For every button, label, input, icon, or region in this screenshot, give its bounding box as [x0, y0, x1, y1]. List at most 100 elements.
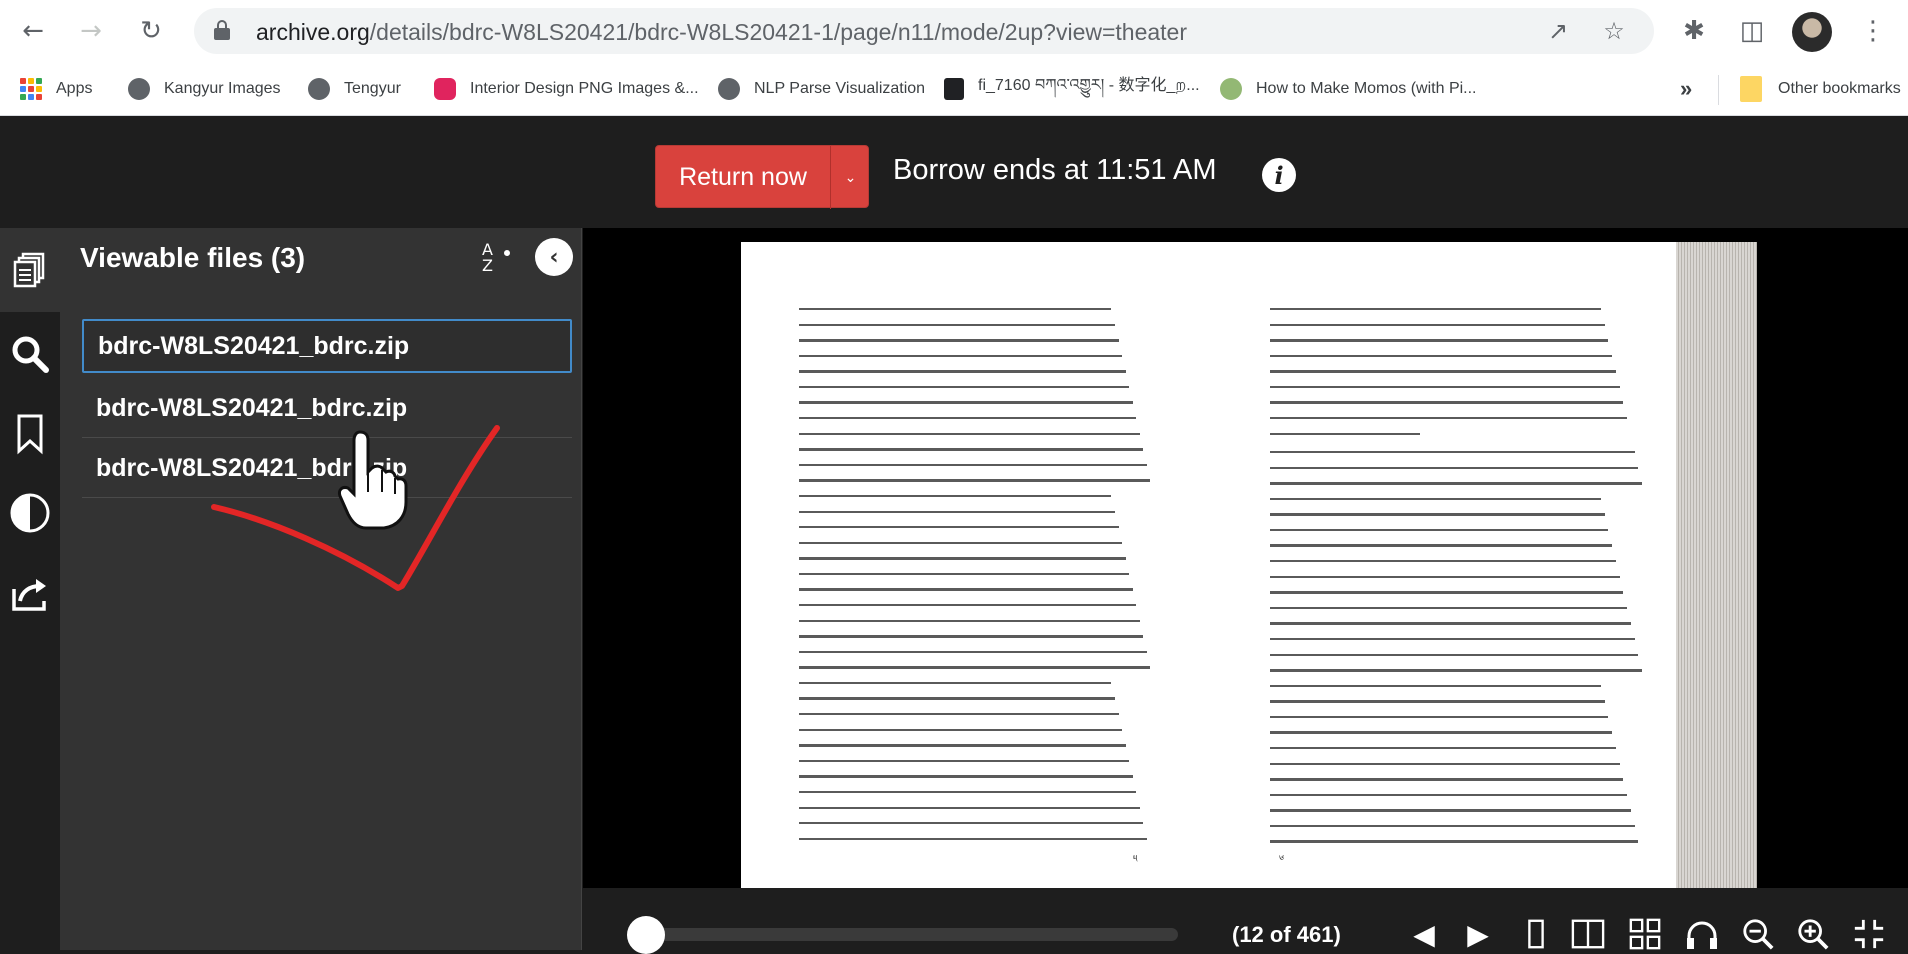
info-icon[interactable]: i: [1262, 158, 1296, 192]
sort-label: A Z: [482, 240, 493, 275]
bookmark-label: fi_7160 བཀའ་འགྱུར། - 数字化_ற...: [978, 76, 1200, 94]
viewable-files-tab[interactable]: [0, 228, 60, 312]
text-line: [1270, 591, 1624, 594]
viewable-files-panel: Viewable files (3) A Z ‹ bdrc-W8LS20421_…: [60, 228, 582, 950]
text-line: [799, 822, 1144, 825]
text-line: [1270, 653, 1639, 656]
text-line: [1270, 528, 1609, 532]
text-line: [1270, 637, 1635, 641]
previous-page-icon[interactable]: ◀: [1406, 916, 1442, 952]
share-tab[interactable]: [0, 563, 60, 623]
forward-arrow-icon[interactable]: →: [74, 14, 108, 48]
text-line: [799, 681, 1112, 685]
url-text: archive.org/details/bdrc-W8LS20421/bdrc-…: [256, 19, 1188, 45]
contrast-tab[interactable]: [0, 483, 60, 543]
text-line: [1270, 497, 1601, 501]
text-line: [1270, 432, 1421, 436]
side-panel-icon[interactable]: ◫: [1735, 14, 1769, 48]
reload-icon[interactable]: ↻: [134, 14, 168, 48]
file-item-1[interactable]: bdrc-W8LS20421_bdrc.zip: [82, 319, 572, 373]
bookmarks-overflow-chevron-icon[interactable]: »: [1680, 75, 1692, 103]
one-page-view-icon[interactable]: [1518, 916, 1554, 952]
book-page-left[interactable]: ༥: [741, 242, 1181, 890]
text-line: [799, 666, 1151, 669]
book-page-edges: [1676, 242, 1757, 890]
text-line: [1270, 824, 1635, 828]
bookmark-fi-7160[interactable]: fi_7160 བཀའ་འགྱུར། - 数字化_ற...: [944, 75, 1200, 103]
bookmark-label: Other bookmarks: [1778, 80, 1901, 97]
text-line: [1270, 747, 1616, 750]
text-line: [799, 759, 1130, 763]
side-menu-rail: [0, 228, 60, 950]
next-page-icon[interactable]: ▶: [1460, 916, 1496, 952]
text-line: [1270, 339, 1609, 342]
bookmarks-tab[interactable]: [0, 403, 60, 463]
sort-az-icon[interactable]: A Z: [480, 240, 520, 280]
text-line: [1270, 809, 1631, 812]
bookmarks-bar: Apps Kangyur Images Tengyur Interior Des…: [0, 62, 1908, 116]
text-line: [799, 557, 1126, 560]
bookmark-apps[interactable]: Apps: [20, 75, 92, 103]
text-line: [1270, 575, 1620, 579]
text-line: [1270, 544, 1613, 547]
bookmark-kangyur-images[interactable]: Kangyur Images: [128, 75, 281, 103]
text-line: [1270, 684, 1601, 688]
text-line: [799, 510, 1115, 513]
back-arrow-icon[interactable]: ←: [16, 14, 50, 48]
address-bar[interactable]: archive.org/details/bdrc-W8LS20421/bdrc-…: [194, 8, 1654, 54]
browser-toolbar: ← → ↻ archive.org/details/bdrc-W8LS20421…: [0, 0, 1908, 62]
chevron-down-icon[interactable]: ⌄: [831, 146, 870, 209]
share-icon[interactable]: ↗: [1544, 17, 1572, 45]
profile-avatar[interactable]: [1792, 12, 1832, 52]
zoom-out-icon[interactable]: [1740, 916, 1776, 952]
thumbnail-grid-icon[interactable]: [1627, 916, 1663, 952]
bookmark-label: Tengyur: [344, 80, 401, 97]
text-line: [1270, 793, 1628, 797]
text-line: [1270, 762, 1620, 765]
text-line: [799, 744, 1126, 747]
text-line: [799, 619, 1140, 622]
bookmark-momos[interactable]: How to Make Momos (with Pi...: [1220, 75, 1477, 103]
page-slider-track[interactable]: [633, 928, 1178, 941]
sort-dot: [504, 250, 510, 256]
bookmark-nlp-parse[interactable]: NLP Parse Visualization: [718, 75, 925, 103]
page-number-right: ༦: [1279, 854, 1285, 865]
return-now-button[interactable]: Return now: [656, 146, 830, 209]
read-aloud-headphones-icon[interactable]: [1684, 916, 1720, 952]
globe-icon: [718, 78, 740, 100]
book-page-right[interactable]: ༦: [1181, 242, 1676, 890]
collapse-panel-chevron-left-icon[interactable]: ‹: [535, 238, 573, 276]
file-item-3[interactable]: bdrc-W8LS20421_bdrc.zip: [82, 440, 572, 498]
text-line: [799, 479, 1151, 482]
book-icon: [944, 78, 964, 100]
search-tab[interactable]: [0, 324, 60, 384]
file-item-2[interactable]: bdrc-W8LS20421_bdrc.zip: [82, 380, 572, 438]
zoom-in-icon[interactable]: [1795, 916, 1831, 952]
pngtree-icon: [434, 78, 456, 100]
star-icon[interactable]: ☆: [1600, 17, 1628, 45]
menu-kebab-icon[interactable]: ⋮: [1856, 14, 1890, 48]
files-stack-icon: [13, 252, 45, 288]
page-slider-handle[interactable]: [627, 916, 666, 954]
text-line: [1270, 513, 1605, 516]
bookmark-other[interactable]: Other bookmarks: [1740, 75, 1901, 103]
extensions-puzzle-icon[interactable]: ✱: [1677, 14, 1711, 48]
text-line: [1270, 370, 1616, 373]
text-line: [799, 728, 1123, 731]
text-line: [799, 526, 1119, 529]
contrast-icon: [10, 493, 50, 533]
fullscreen-exit-icon[interactable]: [1851, 916, 1887, 952]
bookmark-label: How to Make Momos (with Pi...: [1256, 80, 1477, 97]
text-line: [799, 603, 1137, 607]
bookmark-tengyur[interactable]: Tengyur: [308, 75, 401, 103]
bookmark-interior-design[interactable]: Interior Design PNG Images &...: [434, 75, 699, 103]
bookmark-label: Interior Design PNG Images &...: [470, 80, 699, 97]
apps-grid-icon: [20, 78, 42, 100]
text-line: [799, 790, 1137, 794]
text-line: [1270, 840, 1639, 843]
two-page-view-icon[interactable]: [1570, 916, 1606, 952]
page-number-left: ༥: [1133, 854, 1138, 865]
bookmark-icon: [17, 414, 43, 455]
borrow-status-text: Borrow ends at 11:51 AM: [893, 154, 1217, 186]
text-line: [799, 635, 1144, 638]
